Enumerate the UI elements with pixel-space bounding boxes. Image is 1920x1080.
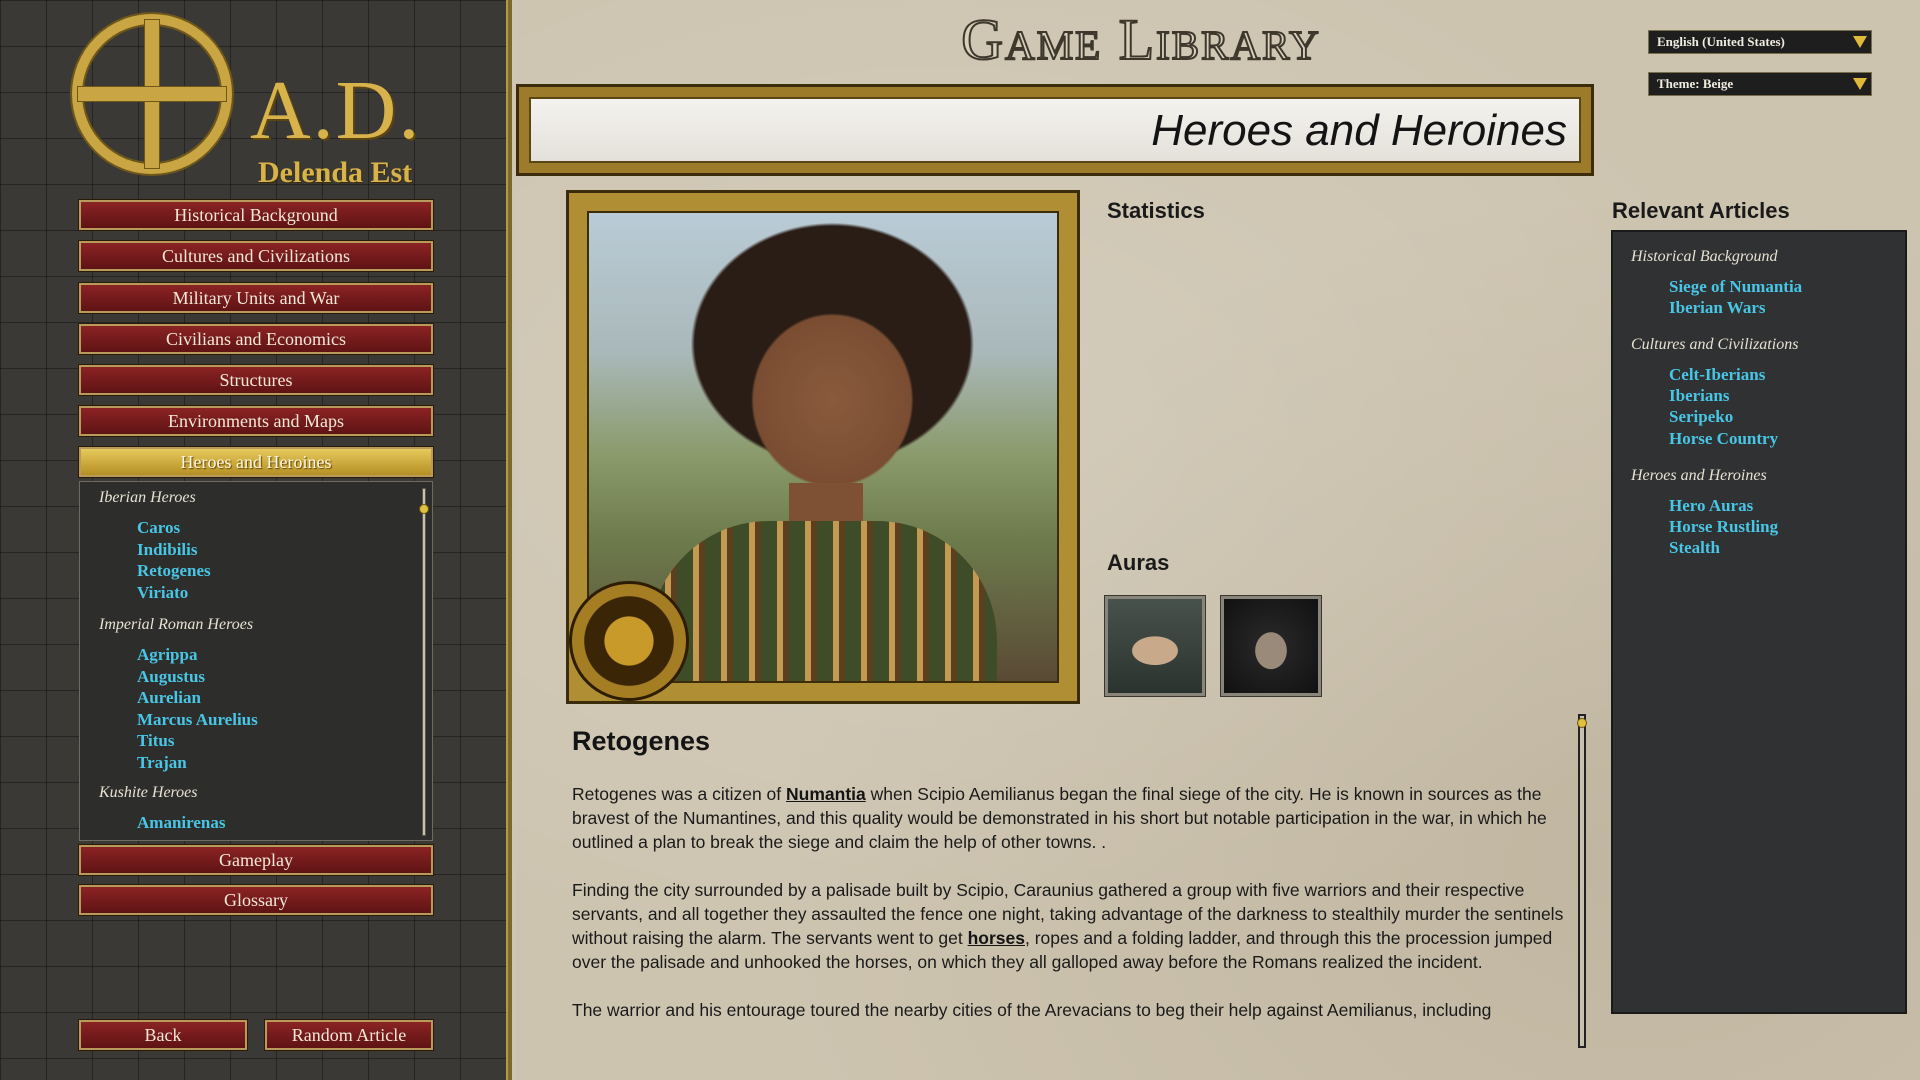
article-body: Retogenes was a citizen of Numantia when…: [572, 782, 1572, 1052]
link-hero-auras[interactable]: Hero Auras: [1669, 496, 1753, 516]
logo-subtitle: Delenda Est: [258, 156, 413, 189]
game-logo: A.D. Delenda Est: [70, 10, 450, 189]
nav-civilians-economics[interactable]: Civilians and Economics: [78, 323, 434, 355]
group-heading-kushite: Kushite Heroes: [99, 784, 198, 801]
section-banner: Heroes and Heroines: [516, 84, 1594, 176]
auras-heading: Auras: [1107, 550, 1170, 575]
article-scrollbar[interactable]: [1578, 714, 1586, 1048]
link-celt-iberians[interactable]: Celt-Iberians: [1669, 365, 1765, 385]
group-heading-cultures: Cultures and Civilizations: [1631, 336, 1799, 353]
group-heading-heroes: Heroes and Heroines: [1631, 467, 1767, 484]
horse-aura-icon[interactable]: [1104, 595, 1206, 697]
theme-select[interactable]: Theme: Beige: [1648, 72, 1872, 96]
link-seripeko[interactable]: Seripeko: [1669, 407, 1733, 427]
list-item-amanirenas[interactable]: Amanirenas: [137, 813, 225, 833]
stealth-aura-icon[interactable]: [1220, 595, 1322, 697]
article-title: Retogenes: [572, 726, 711, 756]
language-select[interactable]: English (United States): [1648, 30, 1872, 54]
link-numantia[interactable]: Numantia: [786, 784, 866, 804]
ankh-circle-logo-icon: [72, 14, 232, 174]
group-heading-iberian: Iberian Heroes: [99, 489, 196, 506]
random-article-button[interactable]: Random Article: [264, 1019, 434, 1051]
link-siege-of-numantia[interactable]: Siege of Numantia: [1669, 277, 1802, 297]
nav-structures[interactable]: Structures: [78, 364, 434, 396]
theme-select-value: Theme: Beige: [1657, 76, 1734, 91]
article-paragraph: The warrior and his entourage toured the…: [572, 1000, 1492, 1020]
statistics-heading: Statistics: [1107, 198, 1205, 223]
sublist-scroll-handle[interactable]: [419, 504, 429, 514]
heroes-sublist[interactable]: Iberian Heroes Caros Indibilis Retogenes…: [79, 481, 433, 841]
nav-environments-maps[interactable]: Environments and Maps: [78, 405, 434, 437]
nav-cultures-civilizations[interactable]: Cultures and Civilizations: [78, 240, 434, 272]
list-item-augustus[interactable]: Augustus: [137, 667, 205, 687]
nav-gameplay[interactable]: Gameplay: [78, 844, 434, 876]
portrait-tunic: [649, 521, 997, 681]
back-button[interactable]: Back: [78, 1019, 248, 1051]
link-horse-rustling[interactable]: Horse Rustling: [1669, 517, 1778, 537]
dropdown-arrow-icon: [1853, 78, 1867, 90]
sublist-scrollbar[interactable]: [422, 488, 426, 836]
article-paragraph: Retogenes was a citizen of Numantia when…: [572, 782, 1572, 854]
nav-historical-background[interactable]: Historical Background: [78, 199, 434, 231]
article-paragraph: Finding the city surrounded by a palisad…: [572, 878, 1572, 974]
page-title: Game Library: [960, 6, 1321, 73]
bull-emblem-icon: [569, 581, 689, 701]
list-item-agrippa[interactable]: Agrippa: [137, 645, 197, 665]
list-item-trajan[interactable]: Trajan: [137, 753, 187, 773]
text-run: Retogenes was a citizen of: [572, 784, 787, 804]
list-item-viriato[interactable]: Viriato: [137, 583, 188, 603]
dropdown-arrow-icon: [1853, 36, 1867, 48]
list-item-marcus-aurelius[interactable]: Marcus Aurelius: [137, 710, 258, 730]
list-item-caros[interactable]: Caros: [137, 518, 180, 538]
link-iberians[interactable]: Iberians: [1669, 386, 1729, 406]
nav-military-units[interactable]: Military Units and War: [78, 282, 434, 314]
link-horses[interactable]: horses: [968, 928, 1025, 948]
article-scroll-handle[interactable]: [1577, 718, 1587, 728]
nav-glossary[interactable]: Glossary: [78, 884, 434, 916]
logo-title: A.D.: [250, 64, 422, 157]
hero-portrait-frame: [566, 190, 1080, 704]
list-item-aurelian[interactable]: Aurelian: [137, 688, 201, 708]
main-content: Game Library English (United States) The…: [516, 0, 1920, 1080]
relevant-articles-panel: Historical Background Siege of Numantia …: [1611, 230, 1907, 1014]
language-select-value: English (United States): [1657, 34, 1785, 49]
link-stealth[interactable]: Stealth: [1669, 538, 1720, 558]
section-banner-title: Heroes and Heroines: [529, 97, 1581, 163]
relevant-articles-heading: Relevant Articles: [1612, 198, 1790, 223]
group-heading-imperial-roman: Imperial Roman Heroes: [99, 616, 254, 633]
list-item-titus[interactable]: Titus: [137, 731, 175, 751]
link-iberian-wars[interactable]: Iberian Wars: [1669, 298, 1766, 318]
nav-heroes-heroines[interactable]: Heroes and Heroines: [78, 446, 434, 478]
link-horse-country[interactable]: Horse Country: [1669, 429, 1778, 449]
sidebar: A.D. Delenda Est Historical Background C…: [0, 0, 512, 1080]
group-heading-historical: Historical Background: [1631, 248, 1778, 265]
list-item-retogenes[interactable]: Retogenes: [137, 561, 211, 581]
list-item-indibilis[interactable]: Indibilis: [137, 540, 198, 560]
